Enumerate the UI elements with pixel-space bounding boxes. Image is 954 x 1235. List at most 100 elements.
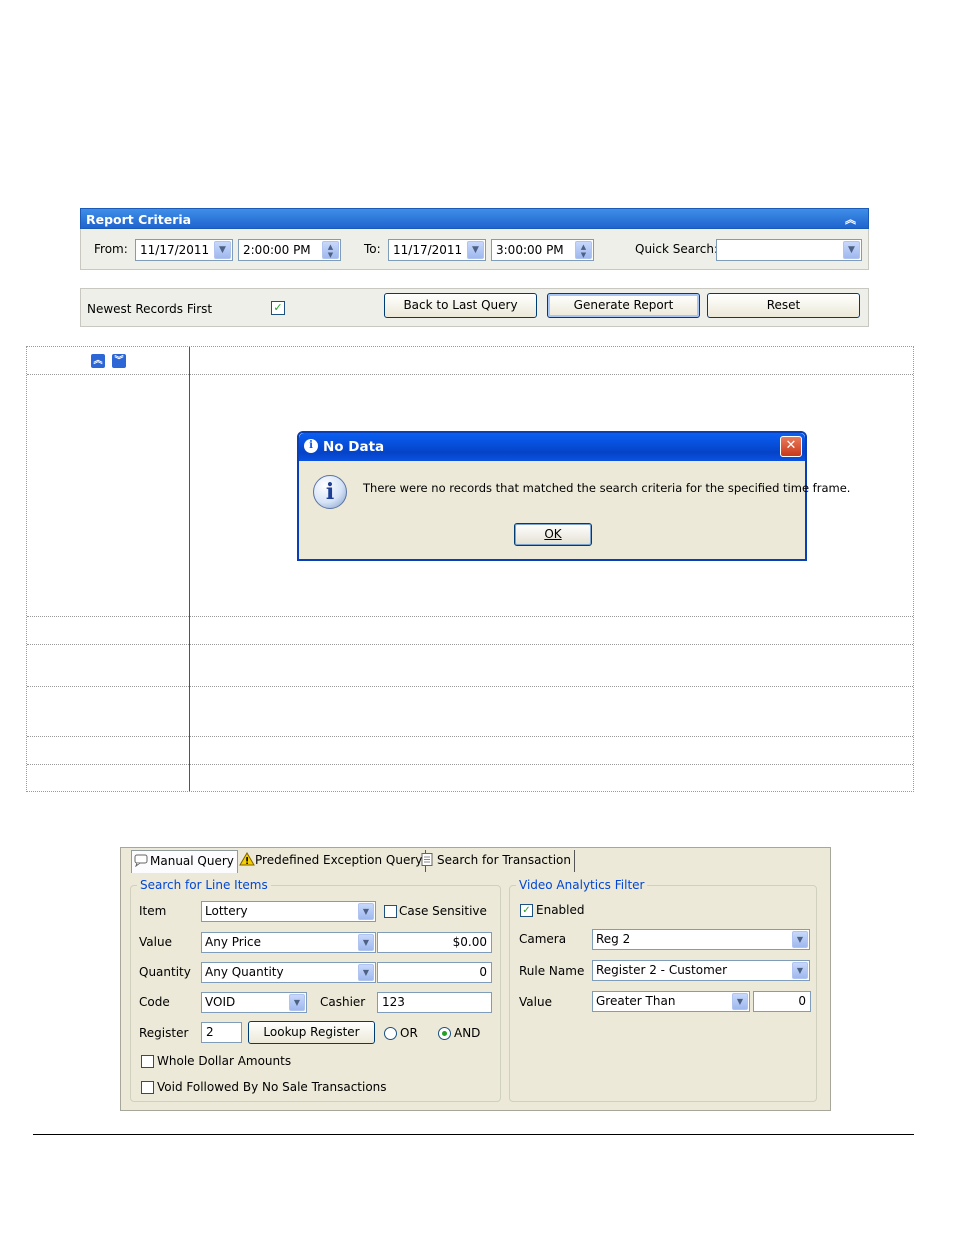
chevron-down-icon[interactable]: ▼ [214, 241, 231, 259]
double-chevron-up-icon[interactable]: ︽ [91, 354, 105, 368]
rule-name-value: Register 2 - Customer [596, 963, 728, 977]
chevron-down-icon[interactable]: ▼ [467, 241, 484, 259]
video-value-input[interactable]: 0 [753, 991, 811, 1012]
quick-search-select[interactable]: ▼ [716, 239, 862, 261]
chevron-down-icon[interactable]: ▼ [289, 994, 305, 1011]
ok-label: OK [544, 527, 562, 541]
item-select[interactable]: Lottery ▼ [201, 901, 376, 922]
quantity-select[interactable]: Any Quantity ▼ [201, 962, 376, 983]
value-select[interactable]: Any Price ▼ [201, 932, 376, 953]
case-sensitive-checkbox[interactable] [384, 905, 397, 918]
from-date-value: 11/17/2011 [140, 243, 210, 257]
rule-name-select[interactable]: Register 2 - Customer ▼ [592, 960, 810, 981]
document-icon [421, 852, 435, 866]
query-panel: Manual Query Predefined Exception Query … [120, 847, 831, 1111]
newest-first-label: Newest Records First [87, 302, 213, 316]
from-time-input[interactable]: 2:00:00 PM ▲ ▼ [238, 239, 341, 261]
back-to-last-query-button[interactable]: Back to Last Query [384, 293, 537, 318]
camera-label: Camera [519, 932, 567, 946]
video-value-select-value: Greater Than [596, 994, 676, 1008]
tab-manual-query[interactable]: Manual Query [131, 850, 238, 873]
camera-value: Reg 2 [596, 932, 631, 946]
chevron-down-icon[interactable]: ▼ [358, 903, 374, 920]
row-divider [27, 764, 913, 765]
cashier-label: Cashier [320, 995, 366, 1009]
warning-icon [239, 852, 255, 866]
from-time-value: 2:00:00 PM [243, 243, 311, 257]
and-label: AND [454, 1026, 481, 1040]
info-icon: i [313, 475, 347, 509]
video-analytics-legend: Video Analytics Filter [516, 878, 648, 892]
code-value: VOID [205, 995, 236, 1009]
row-divider [27, 736, 913, 737]
row-divider [27, 616, 913, 617]
chevron-down-icon[interactable]: ▼ [358, 934, 374, 951]
register-label: Register [139, 1026, 189, 1040]
item-label: Item [139, 904, 167, 918]
report-criteria-title: Report Criteria [86, 212, 192, 227]
speech-bubble-icon [134, 853, 148, 868]
to-date-picker[interactable]: 11/17/2011 ▼ [388, 239, 486, 261]
value-amount-input[interactable]: $0.00 [377, 932, 492, 953]
report-options-row: Newest Records First ✓ Back to Last Quer… [80, 288, 869, 327]
chevron-down-icon[interactable]: ▼ [792, 931, 808, 948]
close-icon[interactable]: ✕ [780, 436, 802, 457]
info-icon: i [304, 439, 318, 453]
to-date-value: 11/17/2011 [393, 243, 463, 257]
dialog-message: There were no records that matched the s… [363, 481, 851, 495]
chevron-down-icon[interactable]: ▼ [732, 993, 748, 1010]
quantity-label: Quantity [139, 965, 191, 979]
case-sensitive-label: Case Sensitive [399, 904, 487, 918]
chevron-down-icon[interactable]: ▼ [843, 241, 860, 259]
enabled-checkbox[interactable]: ✓ [520, 904, 533, 917]
enabled-label: Enabled [536, 903, 585, 917]
chevron-down-icon[interactable]: ▼ [358, 964, 374, 981]
lookup-register-button[interactable]: Lookup Register [248, 1021, 375, 1044]
from-date-picker[interactable]: 11/17/2011 ▼ [135, 239, 233, 261]
to-time-value: 3:00:00 PM [496, 243, 564, 257]
camera-select[interactable]: Reg 2 ▼ [592, 929, 810, 950]
date-range-row: From: 11/17/2011 ▼ 2:00:00 PM ▲ ▼ To: 11/… [80, 229, 869, 270]
quantity-amount-input[interactable]: 0 [377, 962, 492, 983]
spin-updown-icon[interactable]: ▲ ▼ [322, 241, 339, 259]
double-chevron-down-icon[interactable]: ︾ [112, 354, 126, 368]
void-no-sale-label: Void Followed By No Sale Transactions [157, 1080, 387, 1094]
code-label: Code [139, 995, 170, 1009]
newest-first-checkbox[interactable]: ✓ [271, 301, 285, 315]
dialog-title: No Data [323, 439, 385, 455]
spin-updown-icon[interactable]: ▲ ▼ [575, 241, 592, 259]
row-divider [27, 686, 913, 687]
tab-search-for-transaction[interactable]: Search for Transaction [419, 850, 576, 872]
to-time-input[interactable]: 3:00:00 PM ▲ ▼ [491, 239, 594, 261]
report-criteria-header: Report Criteria ︽ [80, 208, 869, 229]
void-no-sale-checkbox[interactable] [141, 1081, 154, 1094]
tab-label: Search for Transaction [437, 853, 572, 867]
ok-button[interactable]: OK [514, 523, 592, 546]
page-footer-rule [33, 1134, 914, 1135]
video-value-label: Value [519, 995, 552, 1009]
value-label: Value [139, 935, 172, 949]
dialog-titlebar: i No Data ✕ [299, 433, 805, 461]
results-table: ︽ ︾ [26, 346, 914, 792]
line-items-group: Search for Line Items Item Lottery ▼ Cas… [130, 878, 501, 1102]
code-select[interactable]: VOID ▼ [201, 992, 307, 1013]
or-radio[interactable] [384, 1027, 397, 1040]
to-label: To: [364, 242, 381, 256]
and-radio[interactable] [438, 1027, 451, 1040]
collapse-icon[interactable]: ︽ [845, 211, 856, 227]
video-analytics-group: Video Analytics Filter ✓ Enabled Camera … [509, 878, 817, 1102]
no-data-dialog: i No Data ✕ i There were no records that… [297, 431, 850, 561]
whole-dollar-checkbox[interactable] [141, 1055, 154, 1068]
tab-label: Manual Query [150, 854, 234, 868]
cashier-input[interactable]: 123 [377, 992, 492, 1013]
row-divider [27, 374, 913, 375]
column-divider [189, 347, 190, 791]
generate-report-button[interactable]: Generate Report [547, 293, 700, 318]
chevron-down-icon[interactable]: ▼ [792, 962, 808, 979]
reset-button[interactable]: Reset [707, 293, 860, 318]
tab-predefined-exception-query[interactable]: Predefined Exception Query [237, 850, 427, 872]
register-input[interactable]: 2 [201, 1022, 242, 1043]
tab-label: Predefined Exception Query [255, 853, 423, 867]
rule-name-label: Rule Name [519, 964, 585, 978]
video-value-select[interactable]: Greater Than ▼ [592, 991, 750, 1012]
